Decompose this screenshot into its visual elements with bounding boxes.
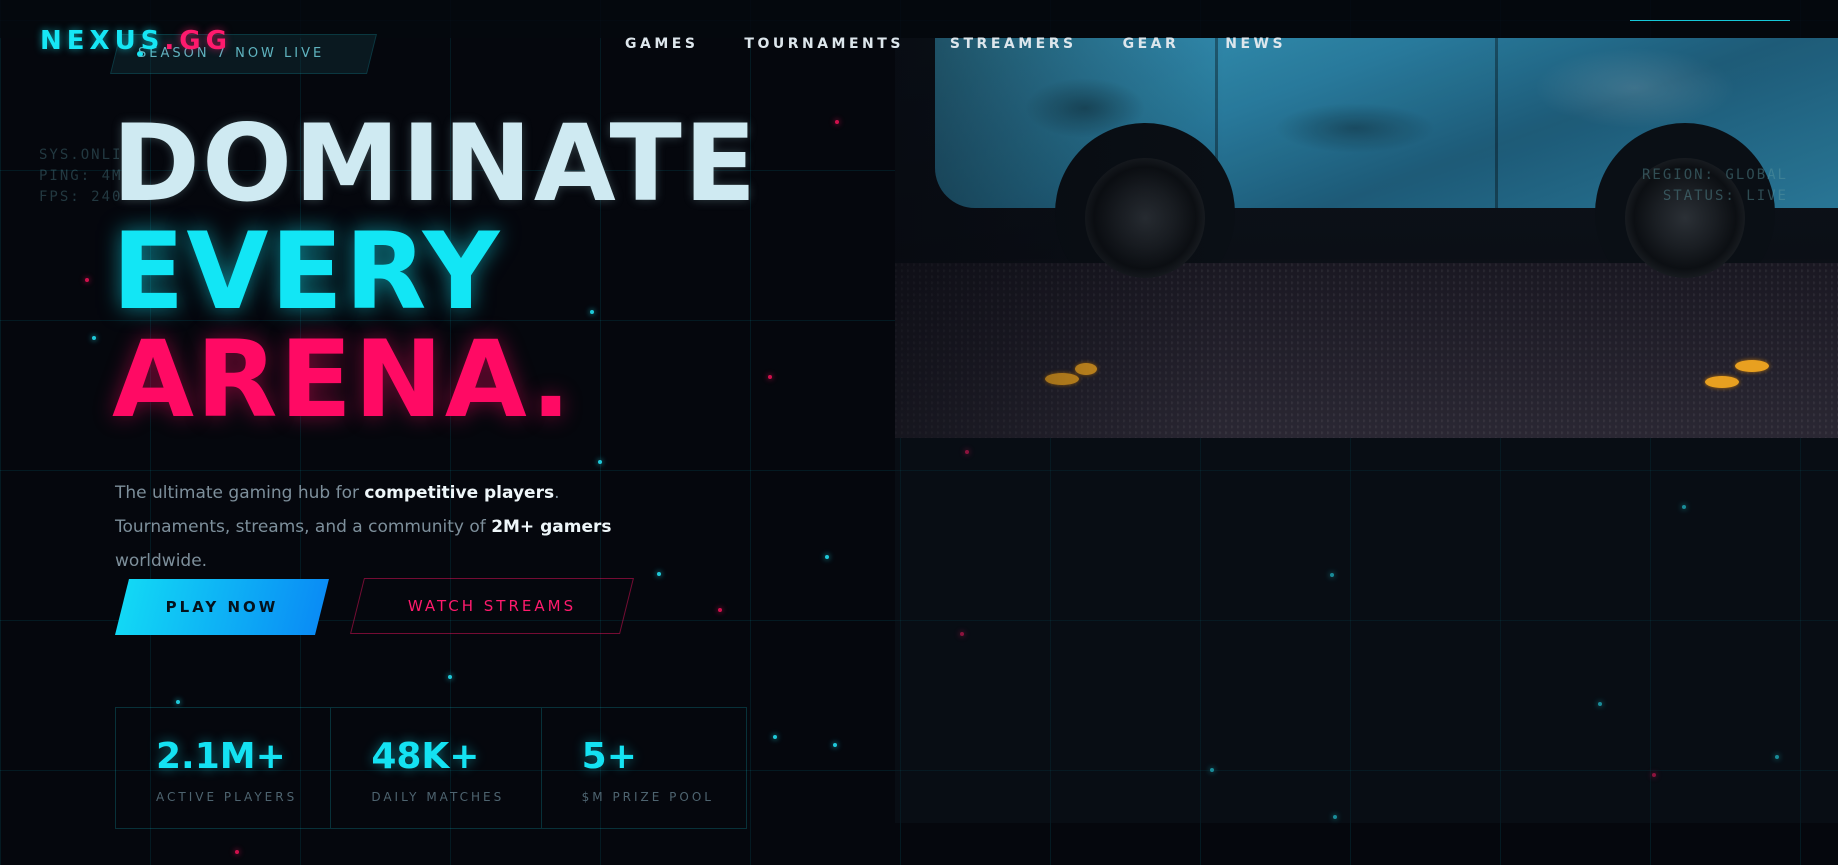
stat-label: DAILY MATCHES <box>371 790 505 804</box>
nav-item-games[interactable]: GAMES <box>625 36 698 52</box>
top-nav-bar <box>0 0 1838 38</box>
nav-item-gear[interactable]: GEAR <box>1123 36 1180 52</box>
brand-logo[interactable]: NEXUS.GG <box>40 26 232 56</box>
stat-value: 2.1M+ <box>156 736 286 777</box>
hero-headline: DOMINATE EVERY ARENA. <box>112 110 758 434</box>
stat-label: $M PRIZE POOL <box>581 790 714 804</box>
stat-label: ACTIVE PLAYERS <box>156 790 298 804</box>
headline-line-1: DOMINATE <box>112 102 759 225</box>
stat-value: 5+ <box>581 736 637 777</box>
headline-line-3: ARENA. <box>112 318 574 441</box>
nav-item-streamers[interactable]: STREAMERS <box>950 36 1077 52</box>
nav-item-news[interactable]: NEWS <box>1225 36 1286 52</box>
nav-item-tournaments[interactable]: TOURNAMENTS <box>744 36 904 52</box>
nav-accent-line <box>1630 20 1790 21</box>
stat-value: 48K+ <box>371 736 480 777</box>
stat-daily-matches: 48K+ DAILY MATCHES <box>331 708 542 828</box>
play-now-button[interactable] <box>115 579 329 635</box>
hud-right: REGION: GLOBAL STATUS: LIVE <box>1641 167 1788 204</box>
stat-active-players: 2.1M+ ACTIVE PLAYERS <box>116 708 332 828</box>
stat-prize-pool: 5+ $M PRIZE POOL <box>542 708 746 828</box>
stats-panel: 2.1M+ ACTIVE PLAYERS 48K+ DAILY MATCHES … <box>115 707 747 829</box>
hero-subtitle: The ultimate gaming hub for competitive … <box>115 483 612 571</box>
hero-image <box>895 38 1838 438</box>
watch-streams-button[interactable] <box>350 578 634 634</box>
main-nav: GAMES TOURNAMENTS STREAMERS GEAR NEWS <box>625 36 1332 52</box>
headline-line-2: EVERY <box>112 210 502 333</box>
